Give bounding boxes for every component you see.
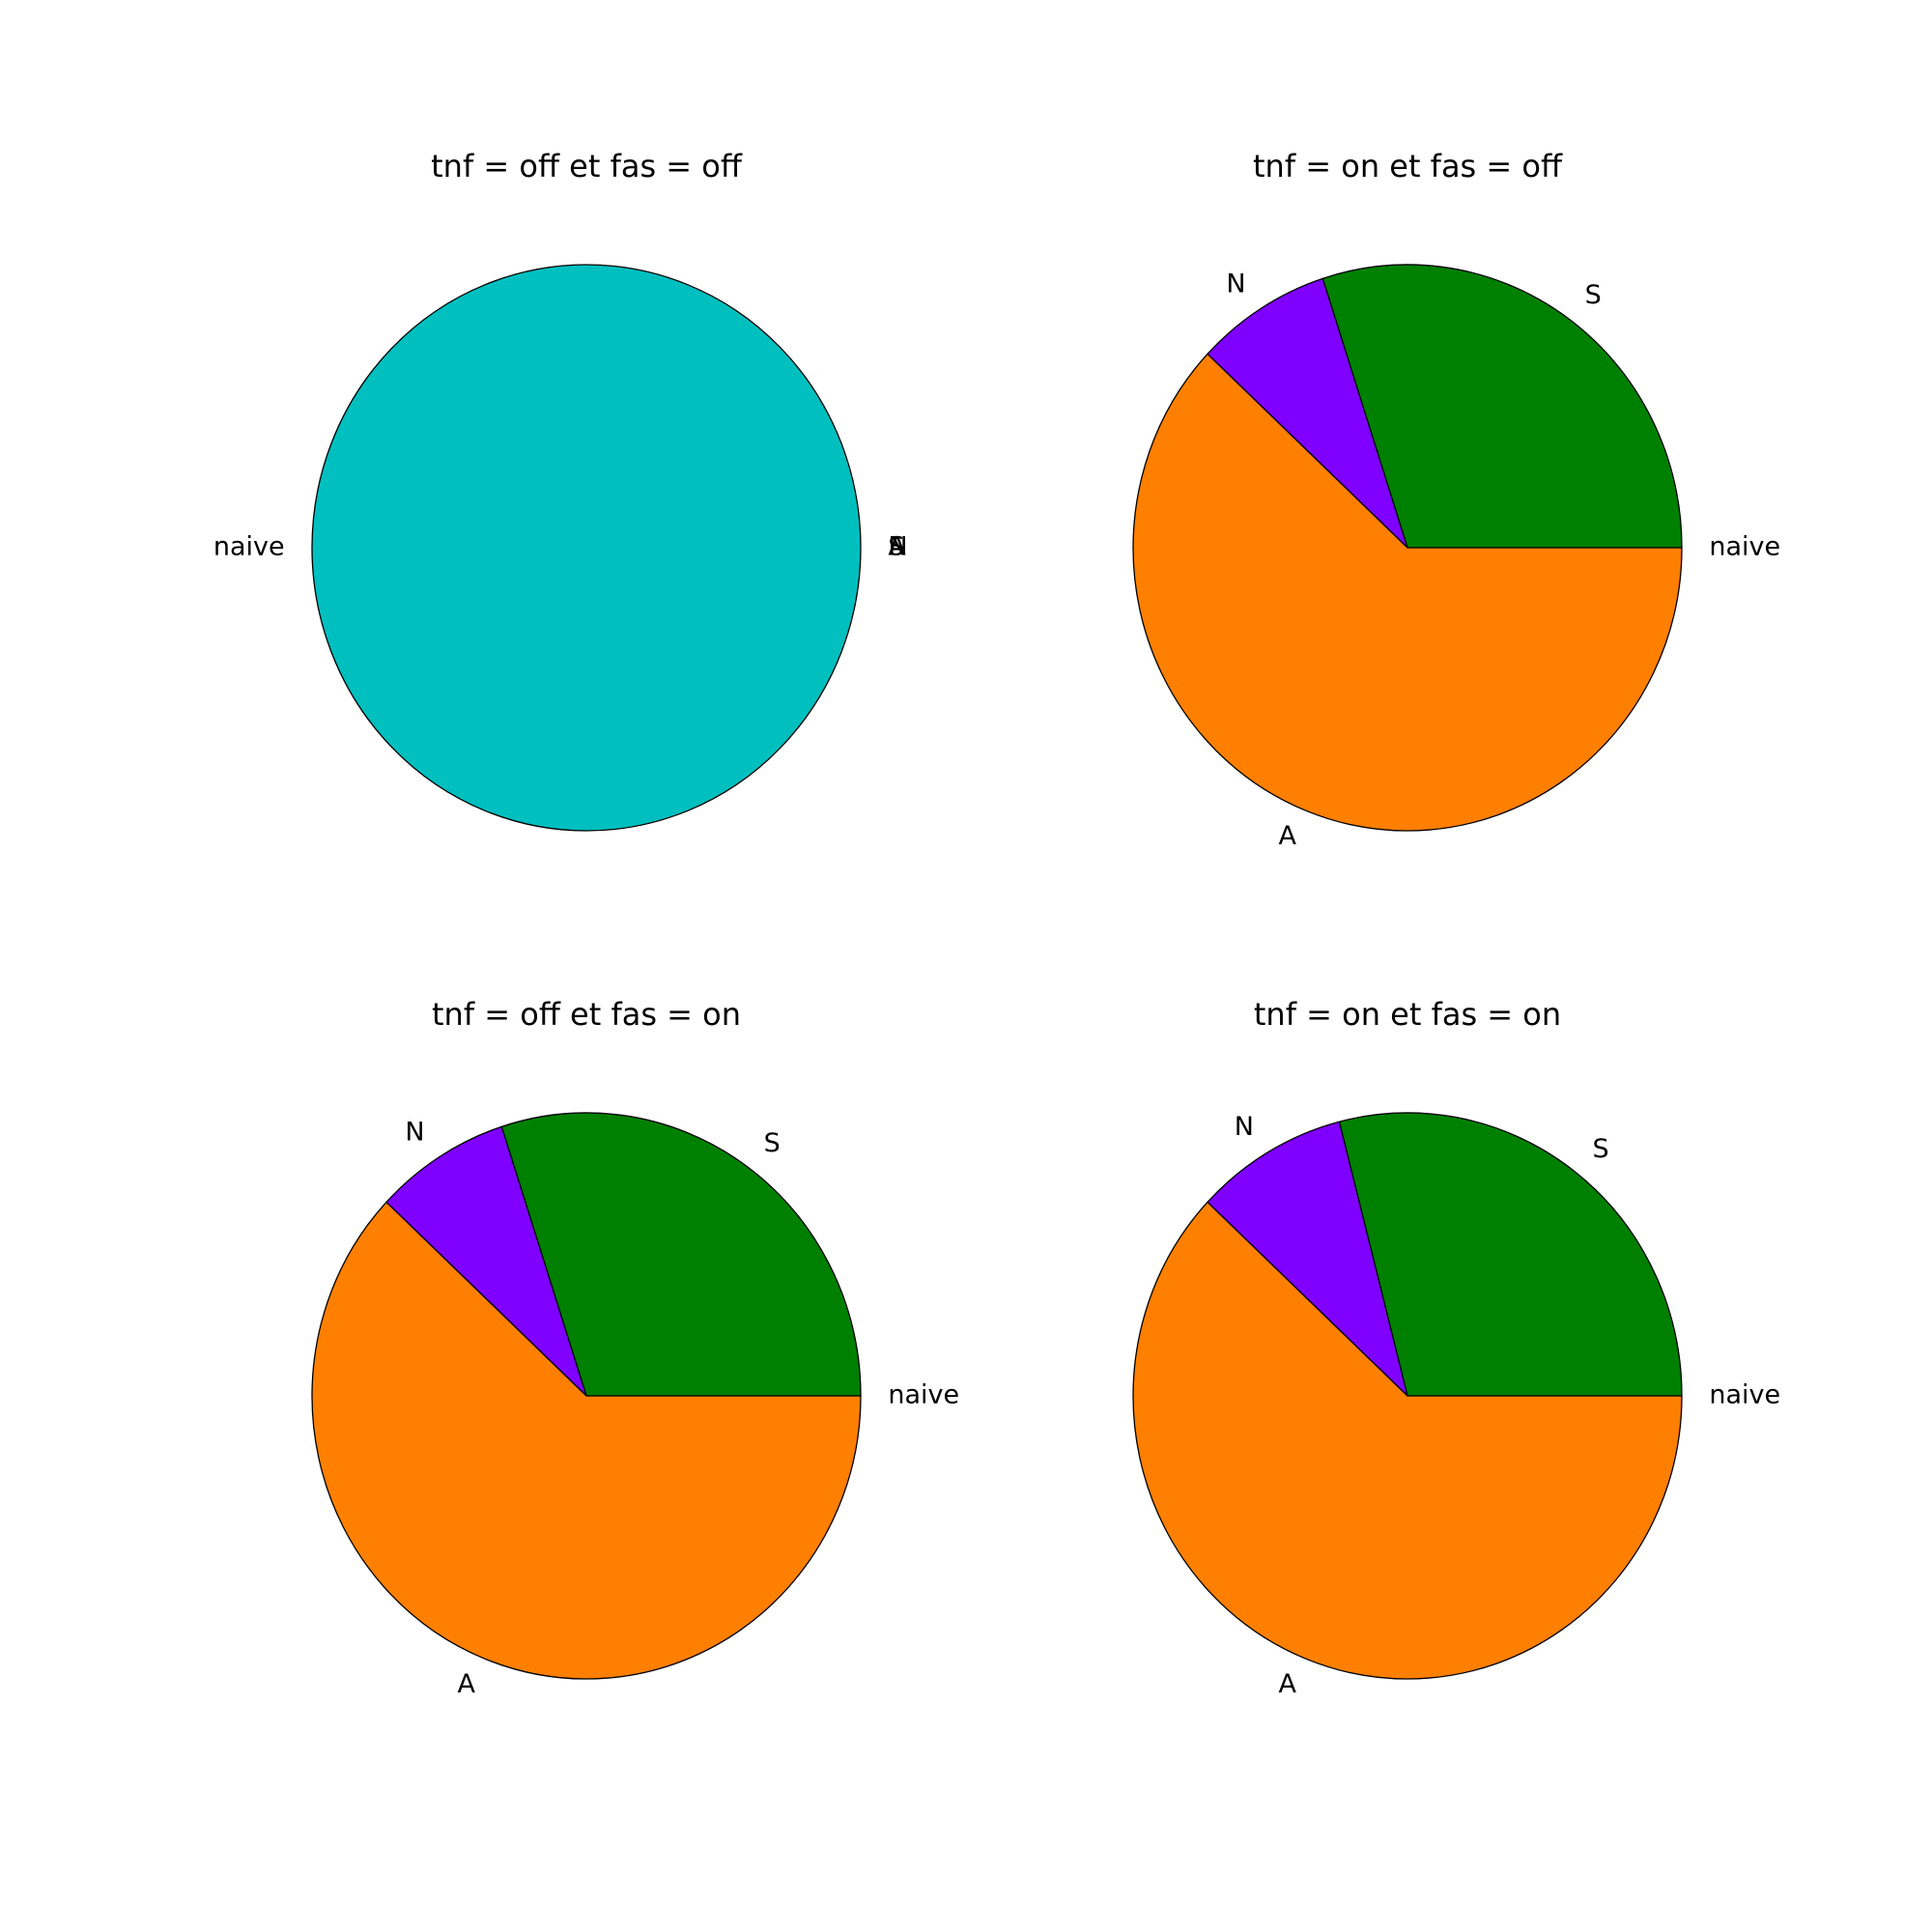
pie-label-a: A (1279, 1669, 1297, 1699)
pie-chart-tnf-on-fas-off: tnf = on et fas = off naive S N A (1132, 148, 1780, 851)
pie-slices (311, 1112, 862, 1680)
pie-slices (1132, 264, 1683, 832)
pie-label-a: A (458, 1669, 476, 1699)
pie-label-n: N (1235, 1112, 1254, 1142)
chart-title: tnf = on et fas = off (1253, 148, 1563, 185)
pie-chart-figure: tnf = off et fas = off naive SNA tnf = on… (213, 148, 1780, 1699)
chart-title: tnf = off et fas = on (432, 996, 741, 1033)
chart-title: tnf = on et fas = on (1254, 996, 1561, 1033)
pie-label-a: A (1279, 821, 1297, 851)
pie-chart-tnf-off-fas-off: tnf = off et fas = off naive SNA (213, 148, 908, 832)
pie-label-n: N (1226, 269, 1245, 298)
pie-label-naive: naive (213, 532, 285, 562)
pie-label-naive: naive (888, 1380, 959, 1410)
pie-label-s: S (1585, 280, 1602, 310)
chart-title: tnf = off et fas = off (431, 148, 743, 185)
pie-slice-naive (311, 264, 862, 832)
pie-label-naive: naive (1709, 532, 1780, 562)
pie-slices (1132, 1112, 1683, 1680)
pie-chart-tnf-off-fas-on: tnf = off et fas = on naive S N A (311, 996, 959, 1699)
pie-slices (311, 264, 862, 832)
pie-label-s: S (1592, 1134, 1608, 1164)
pie-label-n: N (405, 1117, 424, 1147)
pie-chart-tnf-on-fas-on: tnf = on et fas = on naive S N A (1132, 996, 1780, 1699)
pie-label-s: S (764, 1128, 781, 1158)
pie-label-naive: naive (1709, 1380, 1780, 1410)
pie-label-a: A (888, 532, 906, 562)
